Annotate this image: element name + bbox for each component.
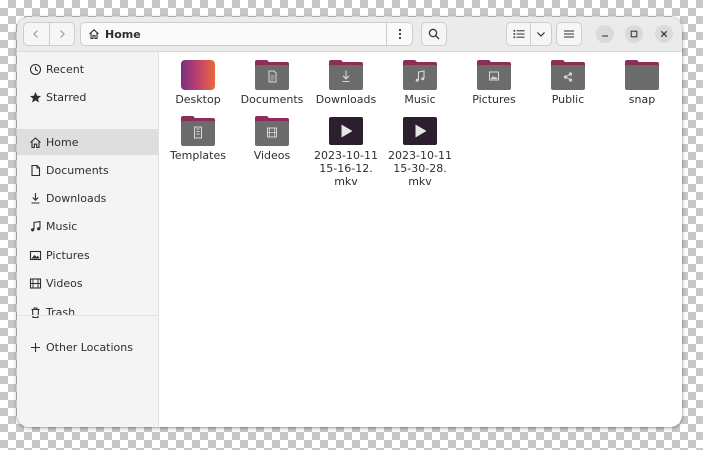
chevron-left-icon [33, 30, 39, 38]
maximize-button[interactable] [625, 25, 643, 43]
sidebar-item-label: Starred [46, 90, 87, 104]
file-name: Videos [253, 149, 291, 162]
hamburger-menu-icon [564, 30, 574, 38]
folder-icon [255, 115, 289, 147]
music-note-icon [28, 219, 42, 233]
file-name: Documents [240, 93, 304, 106]
clock-icon [28, 62, 42, 76]
list-view-button[interactable] [507, 23, 530, 45]
star-icon [28, 90, 42, 104]
forward-button[interactable] [48, 23, 75, 45]
folder-icon [625, 59, 659, 91]
sidebar-item-pictures[interactable]: Pictures [17, 242, 158, 268]
sidebar-item-home[interactable]: Home [17, 129, 158, 155]
vertical-dots-icon [398, 28, 401, 40]
sidebar-item-label: Trash [46, 305, 76, 319]
path-bar: Home [80, 22, 413, 46]
header-bar: Home [17, 17, 682, 52]
path-menu-button[interactable] [386, 23, 412, 45]
sidebar-item-videos[interactable]: Videos [17, 270, 158, 296]
sidebar-item-label: Documents [46, 163, 109, 177]
file-name: Pictures [472, 93, 516, 106]
file-name: Music [404, 93, 436, 106]
maximize-icon [630, 30, 638, 38]
sidebar-item-documents[interactable]: Documents [17, 157, 158, 183]
search-button[interactable] [421, 22, 447, 46]
list-view-icon [513, 30, 525, 38]
trash-icon [28, 305, 42, 319]
chevron-right-icon [59, 30, 65, 38]
file-manager-window: Home Recent Starred Home Documents Downl… [17, 17, 682, 427]
picture-icon [28, 248, 42, 262]
path-label: Home [105, 27, 141, 41]
sidebar-item-music[interactable]: Music [17, 213, 158, 239]
video-file-icon [403, 115, 437, 147]
view-toggle-group [506, 22, 552, 46]
search-icon [428, 28, 440, 40]
folder-icon [181, 115, 215, 147]
places-sidebar: Recent Starred Home Documents Downloads … [17, 52, 159, 427]
file-name: 2023-10-11 15-16-12. mkv [314, 149, 378, 188]
close-button[interactable] [655, 25, 673, 43]
chevron-down-icon [537, 32, 546, 37]
video-file-icon [329, 115, 363, 147]
file-name: Desktop [175, 93, 221, 106]
home-icon [28, 135, 42, 149]
view-options-button[interactable] [530, 23, 551, 45]
main-menu-button[interactable] [556, 22, 582, 46]
file-name: Public [551, 93, 585, 106]
back-button[interactable] [24, 23, 49, 45]
plus-icon [28, 340, 42, 354]
path-crumb-home[interactable]: Home [81, 28, 386, 41]
sidebar-item-label: Other Locations [46, 340, 133, 354]
film-icon [28, 276, 42, 290]
home-icon [89, 29, 99, 40]
folder-icon [551, 59, 585, 91]
file-name: snap [628, 93, 656, 106]
file-view: Desktop Documents Downloads Music Pictur… [159, 52, 682, 427]
minimize-icon [602, 35, 608, 37]
sidebar-item-starred[interactable]: Starred [17, 84, 158, 110]
folder-icon [255, 59, 289, 91]
download-icon [28, 191, 42, 205]
file-name: 2023-10-11 15-30-28. mkv [388, 149, 452, 188]
sidebar-item-label: Home [46, 135, 79, 149]
sidebar-separator [17, 315, 158, 316]
sidebar-item-label: Music [46, 219, 78, 233]
file-name: Templates [170, 149, 226, 162]
sidebar-item-recent[interactable]: Recent [17, 56, 158, 82]
sidebar-item-label: Downloads [46, 191, 107, 205]
sidebar-item-trash[interactable]: Trash [17, 299, 158, 325]
minimize-button[interactable] [596, 25, 614, 43]
navigation-buttons [23, 22, 75, 46]
close-icon [660, 30, 668, 38]
sidebar-item-label: Recent [46, 62, 85, 76]
document-icon [28, 163, 42, 177]
sidebar-item-downloads[interactable]: Downloads [17, 185, 158, 211]
sidebar-item-label: Videos [46, 276, 83, 290]
sidebar-item-other-locations[interactable]: Other Locations [17, 334, 158, 360]
desktop-folder-icon [181, 59, 215, 91]
file-name: Downloads [315, 93, 377, 106]
folder-icon [477, 59, 511, 91]
folder-icon [403, 59, 437, 91]
folder-icon [329, 59, 363, 91]
sidebar-item-label: Pictures [46, 248, 90, 262]
